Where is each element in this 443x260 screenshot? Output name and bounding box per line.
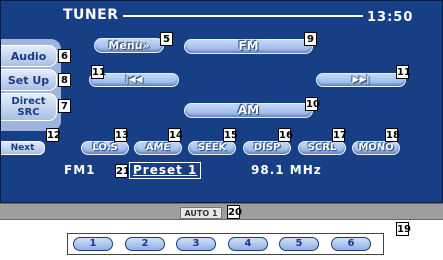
callout-11-left: 11 <box>91 65 106 79</box>
callout-19: 19 <box>396 222 411 236</box>
preset-button-2[interactable]: 2 <box>125 237 165 251</box>
ame-button[interactable]: AME <box>134 141 182 155</box>
mono-button[interactable]: MONO <box>352 141 400 155</box>
header-line <box>123 15 363 17</box>
disp-button[interactable]: DISP <box>243 141 291 155</box>
status-bar: AUTO 1 20 <box>0 203 443 220</box>
preset-button-5[interactable]: 5 <box>279 237 319 251</box>
callout-20: 20 <box>227 205 242 219</box>
callout-11-right: 11 <box>396 65 411 79</box>
setup-button[interactable]: Set Up <box>1 69 57 91</box>
preset-name: Preset 1 <box>129 162 202 179</box>
am-button[interactable]: AM <box>184 103 313 118</box>
preset-button-3[interactable]: 3 <box>176 237 216 251</box>
band-label: FM1 <box>64 163 96 177</box>
next-track-button[interactable]: ▶▶| <box>316 73 406 87</box>
tuner-screen: TUNER 13:50 Audio 6 Set Up 8 Direct SRC … <box>0 0 443 203</box>
audio-button[interactable]: Audio <box>1 45 57 67</box>
screen-title: TUNER <box>63 7 119 23</box>
next-button[interactable]: Next <box>1 141 45 155</box>
callout-12: 12 <box>46 128 61 142</box>
callout-5: 5 <box>160 32 173 46</box>
prev-icon: |◀◀ <box>125 75 143 85</box>
next-icon: ▶▶| <box>352 75 370 85</box>
los-button[interactable]: LO.S <box>81 141 129 155</box>
callout-6: 6 <box>58 49 71 63</box>
preset-button-1[interactable]: 1 <box>73 237 113 251</box>
callout-17: 17 <box>332 128 347 142</box>
callout-8: 8 <box>58 73 71 87</box>
callout-10: 10 <box>305 97 320 111</box>
callout-15: 15 <box>223 128 238 142</box>
seek-button[interactable]: SEEK <box>188 141 236 155</box>
preset-button-4[interactable]: 4 <box>228 237 268 251</box>
frequency: 98.1 MHz <box>251 163 322 177</box>
scrl-button[interactable]: SCRL <box>298 141 346 155</box>
callout-21: 21 <box>115 164 130 178</box>
menu-button[interactable]: Menu» <box>94 38 164 53</box>
callout-7: 7 <box>58 99 71 113</box>
callout-18: 18 <box>385 128 400 142</box>
callout-16: 16 <box>278 128 293 142</box>
fm-button[interactable]: FM <box>184 39 313 54</box>
direct-src-button[interactable]: Direct SRC <box>1 93 57 121</box>
preset-button-6[interactable]: 6 <box>331 237 371 251</box>
callout-13: 13 <box>114 128 129 142</box>
auto-indicator: AUTO 1 <box>180 207 222 219</box>
clock: 13:50 <box>367 10 414 25</box>
callout-9: 9 <box>304 32 317 46</box>
callout-14: 14 <box>168 128 183 142</box>
